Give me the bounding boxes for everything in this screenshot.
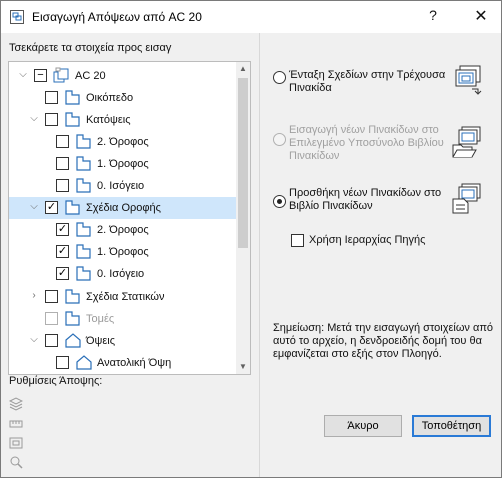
tree-checkbox[interactable] (45, 334, 58, 347)
source-hierarchy-checkbox[interactable] (291, 234, 304, 247)
tree-row[interactable]: ✓ 2. Όροφος (9, 219, 236, 241)
tree-item-label: 2. Όροφος (97, 136, 149, 148)
expand-arrow-icon[interactable]: › (28, 289, 40, 303)
merge-layouts-label: Ένταξη Σχεδίων στην Τρέχουσα Πινακίδα (289, 69, 446, 94)
elevation-icon (64, 332, 82, 349)
tree-item-label: AC 20 (75, 70, 106, 82)
tree-checkbox[interactable]: ✓ (56, 245, 69, 258)
tree-checkbox[interactable] (56, 157, 69, 170)
window-title: Εισαγωγή Απόψεων από AC 20 (32, 10, 202, 24)
collapse-arrow-icon[interactable]: ⌵ (17, 68, 29, 82)
tree-item-label: 0. Ισόγειο (97, 268, 145, 280)
tree-row[interactable]: 1. Όροφος (9, 153, 236, 175)
collapse-arrow-icon[interactable]: ⌵ (28, 112, 40, 126)
cancel-button[interactable]: Άκυρο (324, 415, 402, 437)
view-settings-label: Ρυθμίσεις Άποψης: (9, 375, 103, 387)
title-bar: Εισαγωγή Απόψεων από AC 20 ? ✕ (1, 1, 501, 33)
note-text: Σημείωση: Μετά την εισαγωγή στοιχείων απ… (273, 322, 494, 360)
tree-row[interactable]: Τομές (9, 308, 236, 330)
tree-item-label: Σχέδια Στατικών (86, 291, 165, 303)
tree-checkbox[interactable] (56, 135, 69, 148)
close-button[interactable]: ✕ (471, 6, 491, 26)
project-icon (53, 67, 71, 84)
tree-row[interactable]: 2. Όροφος (9, 131, 236, 153)
tree-item-label: Σχέδια Οροφής (86, 202, 161, 214)
merge-layouts-radio[interactable] (273, 71, 286, 84)
left-pane: Τσεκάρετε τα στοιχεία προς εισαγ ⌵ − AC 20… (1, 33, 251, 477)
help-button[interactable]: ? (425, 7, 441, 25)
tree-item-label: 1. Όροφος (97, 158, 149, 170)
tree-scrollbar[interactable]: ▲ ▼ (236, 62, 250, 374)
tree-item-label: Οικόπεδο (86, 92, 134, 104)
import-to-subset-radio[interactable] (273, 133, 286, 146)
folder-view-icon (75, 133, 93, 150)
tree-checkbox[interactable] (45, 312, 58, 325)
scroll-up-icon[interactable]: ▲ (236, 62, 250, 76)
tree-row[interactable]: ⌵ − AC 20 (9, 65, 236, 87)
folder-view-icon (64, 310, 82, 327)
tree-checkbox[interactable]: − (34, 69, 47, 82)
app-icon (10, 10, 24, 24)
tree-row[interactable]: ⌵ Όψεις (9, 330, 236, 352)
folder-view-icon (75, 265, 93, 282)
add-to-book-radio[interactable] (273, 195, 286, 208)
tree-checkbox[interactable] (45, 113, 58, 126)
tree-row[interactable]: ⌵ ✓ Σχέδια Οροφής (9, 197, 236, 219)
tree-item-label: Όψεις (86, 335, 116, 347)
folder-view-icon (75, 221, 93, 238)
place-button[interactable]: Τοποθέτηση (412, 415, 491, 437)
tree-row[interactable]: Οικόπεδο (9, 87, 236, 109)
choose-items-label: Τσεκάρετε τα στοιχεία προς εισαγ (9, 42, 172, 54)
tree-checkbox[interactable]: ✓ (56, 223, 69, 236)
tree-checkbox[interactable] (45, 290, 58, 303)
tree-row[interactable]: Ανατολική Όψη (9, 352, 236, 374)
tree-checkbox[interactable] (56, 179, 69, 192)
folder-view-icon (75, 243, 93, 260)
folder-view-icon (75, 155, 93, 172)
tree-item-label: 0. Ισόγειο (97, 180, 145, 192)
folder-view-icon (64, 89, 82, 106)
tree-item-label: Κατόψεις (86, 114, 131, 126)
folder-view-icon (75, 177, 93, 194)
tree-row[interactable]: ✓ 0. Ισόγειο (9, 263, 236, 285)
folder-view-icon (64, 199, 82, 216)
scroll-down-icon[interactable]: ▼ (236, 360, 250, 374)
collapse-arrow-icon[interactable]: ⌵ (28, 200, 40, 214)
tree-checkbox[interactable]: ✓ (56, 267, 69, 280)
tree-checkbox[interactable] (56, 356, 69, 369)
tree-item-label: Ανατολική Όψη (97, 357, 172, 369)
source-hierarchy-label: Χρήση Ιεραρχίας Πηγής (309, 234, 426, 246)
elevation-icon (75, 354, 93, 371)
tree-row[interactable]: ✓ 1. Όροφος (9, 241, 236, 263)
scroll-thumb[interactable] (238, 78, 248, 248)
add-to-book-icon (452, 183, 481, 214)
zoom-icon[interactable] (9, 455, 23, 469)
dimension-icon[interactable] (9, 417, 23, 431)
folder-view-icon (64, 288, 82, 305)
tree-item-label: Τομές (86, 313, 115, 325)
layers-icon[interactable] (9, 397, 23, 411)
tree-row[interactable]: ⌵ Κατόψεις (9, 109, 236, 131)
views-tree: ⌵ − AC 20 Οικόπεδο ⌵ Κατόψεις 2. Όροφος 1. Όροφ… (8, 61, 251, 375)
merge-layouts-icon (455, 65, 482, 95)
add-to-book-label: Προσθήκη νέων Πινακίδων στο Βιβλίο Πινακ… (289, 187, 442, 212)
import-to-subset-icon (452, 126, 481, 158)
tree-row[interactable]: 0. Ισόγειο (9, 175, 236, 197)
collapse-arrow-icon[interactable]: ⌵ (28, 333, 40, 347)
tree-checkbox[interactable]: ✓ (45, 201, 58, 214)
tree-checkbox[interactable] (45, 91, 58, 104)
import-to-subset-label: Εισαγωγή νέων Πινακίδων στο Επιλεγμένο Υ… (289, 124, 444, 162)
frame-icon[interactable] (9, 436, 23, 450)
tree-item-label: 2. Όροφος (97, 224, 149, 236)
tree-item-label: 1. Όροφος (97, 246, 149, 258)
tree-row[interactable]: › Σχέδια Στατικών (9, 286, 236, 308)
right-pane: Ένταξη Σχεδίων στην Τρέχουσα Πινακίδα Ει… (259, 33, 501, 477)
folder-view-icon (64, 111, 82, 128)
import-views-dialog: Εισαγωγή Απόψεων από AC 20 ? ✕ Τσεκάρετε… (0, 0, 502, 478)
